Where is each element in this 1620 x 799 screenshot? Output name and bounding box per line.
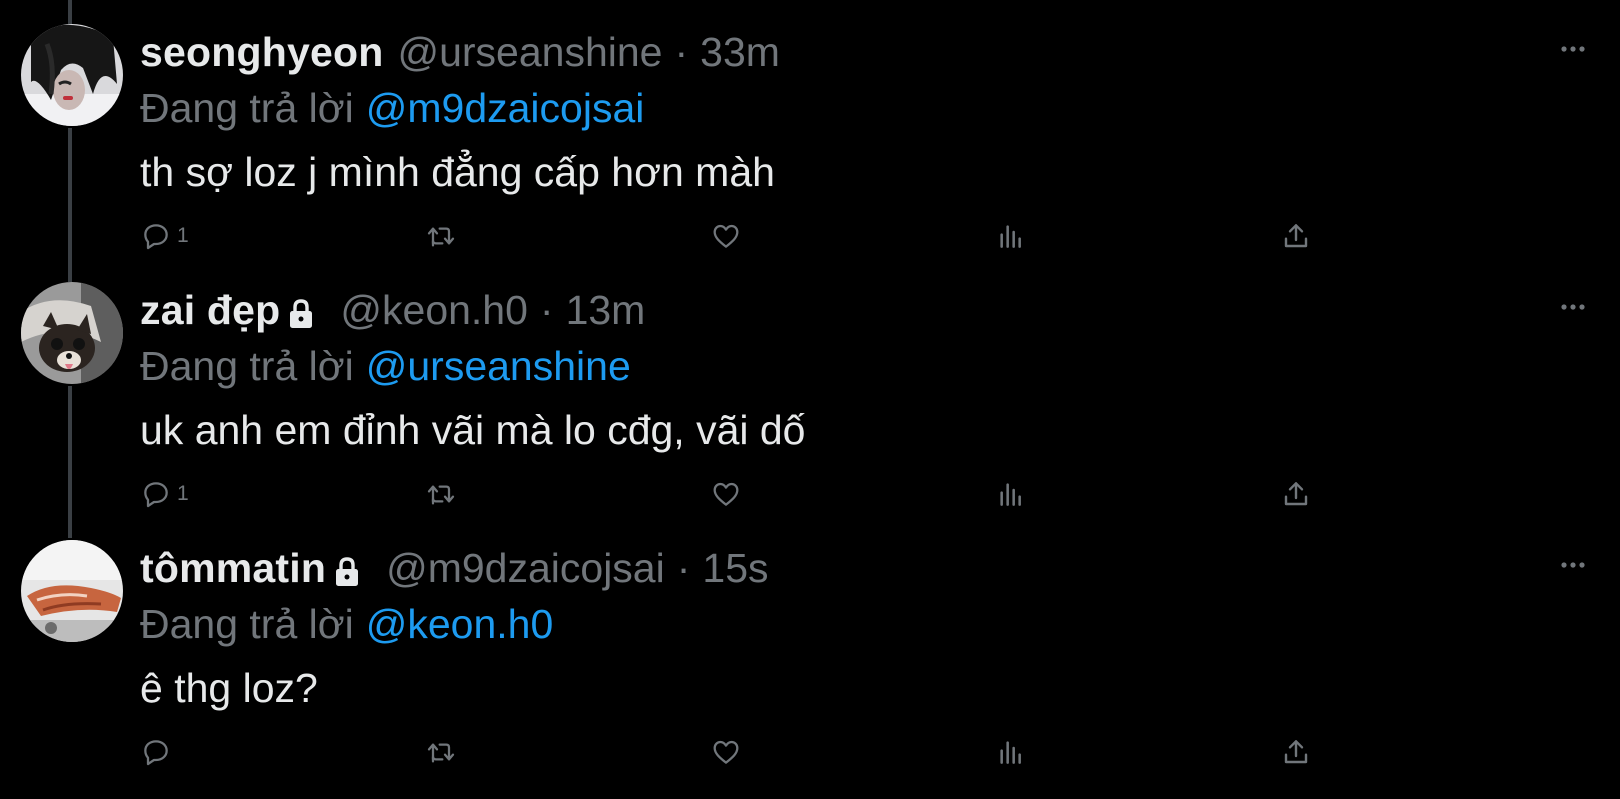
retweet-icon (425, 220, 457, 252)
reply-button[interactable]: 1 (140, 476, 189, 512)
more-options-icon[interactable] (1560, 36, 1586, 62)
like-icon (710, 736, 742, 768)
tweet-text: ê thg loz? (140, 664, 318, 711)
tweet-header: seonghyeon @urseanshine · 33m (140, 24, 780, 80)
retweet-icon (425, 736, 457, 768)
retweet-button[interactable] (425, 218, 457, 254)
like-icon (710, 220, 742, 252)
replying-to-label: Đang trả lời (140, 84, 354, 131)
replying-to-handle[interactable]: @m9dzaicojsai (366, 85, 645, 132)
replying-to: Đang trả lời @keon.h0 (140, 598, 553, 650)
views-icon (995, 478, 1027, 510)
replying-to-handle[interactable]: @keon.h0 (366, 601, 554, 648)
share-button[interactable] (1280, 218, 1312, 254)
like-button[interactable] (710, 476, 742, 512)
avatar[interactable] (21, 540, 123, 642)
timestamp[interactable]: 13m (566, 287, 646, 334)
avatar[interactable] (21, 24, 123, 126)
reply-count: 1 (177, 224, 189, 247)
timestamp[interactable]: 33m (700, 29, 780, 76)
share-icon (1280, 736, 1312, 768)
display-name[interactable]: tômmatin (140, 545, 326, 592)
more-options-icon[interactable] (1560, 552, 1586, 578)
share-icon (1280, 478, 1312, 510)
share-button[interactable] (1280, 734, 1312, 770)
views-button[interactable] (995, 734, 1027, 770)
tweet-header: tômmatin @m9dzaicojsai · 15s (140, 540, 769, 596)
replying-to-label: Đang trả lời (140, 600, 354, 647)
separator: · (674, 28, 689, 75)
tweet-actions: 1 (140, 476, 1360, 512)
retweet-button[interactable] (425, 476, 457, 512)
like-button[interactable] (710, 734, 742, 770)
separator: · (676, 544, 691, 591)
separator: · (539, 286, 554, 333)
tweet[interactable]: seonghyeon @urseanshine · 33m Đang trả l… (0, 0, 1620, 266)
reply-count: 1 (177, 482, 189, 505)
views-icon (995, 736, 1027, 768)
tweet-actions: 1 (140, 218, 1360, 254)
reply-button[interactable] (140, 734, 177, 770)
like-icon (710, 478, 742, 510)
tweet[interactable]: zai đẹp @keon.h0 · 13m Đang trả lời @urs… (0, 258, 1620, 524)
share-icon (1280, 220, 1312, 252)
tweet-text: uk anh em đỉnh vãi mà lo cđg, vãi dố (140, 406, 806, 453)
views-button[interactable] (995, 476, 1027, 512)
tweet[interactable]: tômmatin @m9dzaicojsai · 15s Đang trả lờ… (0, 516, 1620, 782)
reply-icon (140, 220, 172, 252)
share-button[interactable] (1280, 476, 1312, 512)
handle[interactable]: @urseanshine (397, 29, 662, 76)
tweet-text: th sợ loz j mình đẳng cấp hơn màh (140, 148, 775, 195)
timestamp[interactable]: 15s (702, 545, 768, 592)
lock-icon (332, 555, 362, 589)
display-name[interactable]: seonghyeon (140, 29, 383, 76)
tweet-header: zai đẹp @keon.h0 · 13m (140, 282, 645, 338)
replying-to: Đang trả lời @m9dzaicojsai (140, 82, 644, 134)
like-button[interactable] (710, 218, 742, 254)
reply-icon (140, 736, 172, 768)
replying-to-label: Đang trả lời (140, 342, 354, 389)
replying-to-handle[interactable]: @urseanshine (366, 343, 631, 390)
handle[interactable]: @m9dzaicojsai (386, 545, 665, 592)
views-icon (995, 220, 1027, 252)
reply-icon (140, 478, 172, 510)
display-name[interactable]: zai đẹp (140, 287, 280, 334)
views-button[interactable] (995, 218, 1027, 254)
retweet-button[interactable] (425, 734, 457, 770)
replying-to: Đang trả lời @urseanshine (140, 340, 631, 392)
retweet-icon (425, 478, 457, 510)
reply-button[interactable]: 1 (140, 218, 189, 254)
more-options-icon[interactable] (1560, 294, 1586, 320)
avatar[interactable] (21, 282, 123, 384)
handle[interactable]: @keon.h0 (340, 287, 528, 334)
tweet-actions (140, 734, 1360, 770)
lock-icon (286, 297, 316, 331)
